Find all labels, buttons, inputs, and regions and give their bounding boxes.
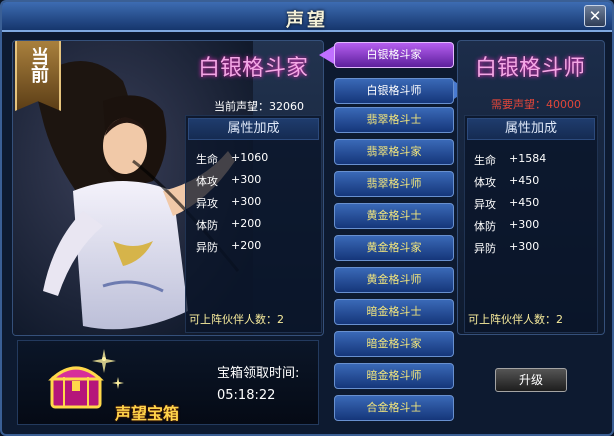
rank-button[interactable]: 暗金格斗士 <box>334 299 454 325</box>
reputation-window: 声望 ✕ 当前 白银格斗家 当前声望：32060 属性加成 生命 +1060 体… <box>0 0 614 436</box>
chest-time-value: 05:18:22 <box>217 388 276 403</box>
stat-name: 异防 <box>474 242 496 255</box>
stat-name: 体攻 <box>196 175 218 188</box>
stat-name: 异防 <box>196 241 218 254</box>
current-badge: 当前 <box>15 41 61 111</box>
stat-name: 生命 <box>196 153 218 166</box>
required-reputation: 需要声望：40000 <box>491 98 581 111</box>
rank-button[interactable]: 暗金格斗师 <box>334 363 454 389</box>
rank-button-selected[interactable]: 白银格斗师 <box>334 78 454 104</box>
rank-button[interactable]: 黄金格斗家 <box>334 235 454 261</box>
stat-value: +300 <box>231 195 262 208</box>
rank-button[interactable]: 翡翠格斗师 <box>334 171 454 197</box>
upgrade-button[interactable]: 升级 <box>495 368 567 392</box>
stat-value: +300 <box>509 218 540 231</box>
stat-value: +200 <box>231 217 262 230</box>
next-partners-count: 可上阵伙伴人数：2 <box>468 313 563 326</box>
stat-value: +300 <box>509 240 540 253</box>
rank-button[interactable]: 黄金格斗师 <box>334 267 454 293</box>
chest-time-label: 宝箱领取时间: <box>217 366 300 381</box>
next-stats-header: 属性加成 <box>467 118 595 140</box>
current-partners-count: 可上阵伙伴人数：2 <box>189 313 284 326</box>
stat-value: +450 <box>509 174 540 187</box>
stat-name: 体防 <box>474 220 496 233</box>
treasure-chest-icon[interactable] <box>44 347 124 417</box>
stat-value: +300 <box>231 173 262 186</box>
rank-button[interactable]: 黄金格斗士 <box>334 203 454 229</box>
current-stats-header: 属性加成 <box>188 118 319 140</box>
current-rank-name: 白银格斗家 <box>198 56 309 81</box>
stat-value: +1584 <box>509 152 547 165</box>
window-title: 声望 <box>286 10 328 31</box>
stat-value: +1060 <box>231 151 269 164</box>
stat-name: 体防 <box>196 219 218 232</box>
close-button[interactable]: ✕ <box>584 5 606 27</box>
close-icon: ✕ <box>588 7 602 25</box>
rank-button[interactable]: 翡翠格斗士 <box>334 107 454 133</box>
stat-name: 异攻 <box>474 198 496 211</box>
rank-button[interactable]: 合金格斗士 <box>334 395 454 421</box>
active-arrow <box>319 46 334 64</box>
chest-name: 声望宝箱 <box>115 404 180 423</box>
stat-name: 体攻 <box>474 176 496 189</box>
next-rank-name: 白银格斗师 <box>475 56 586 81</box>
rank-button-active[interactable]: 白银格斗家 <box>334 42 454 68</box>
chest-panel: 声望宝箱 宝箱领取时间: 05:18:22 <box>17 340 319 425</box>
stat-name: 生命 <box>474 154 496 167</box>
title-bar: 声望 ✕ <box>2 2 612 32</box>
stat-value: +200 <box>231 239 262 252</box>
stat-value: +450 <box>509 196 540 209</box>
current-reputation: 当前声望：32060 <box>214 100 304 113</box>
rank-button[interactable]: 暗金格斗家 <box>334 331 454 357</box>
rank-button[interactable]: 翡翠格斗家 <box>334 139 454 165</box>
stat-name: 异攻 <box>196 197 218 210</box>
